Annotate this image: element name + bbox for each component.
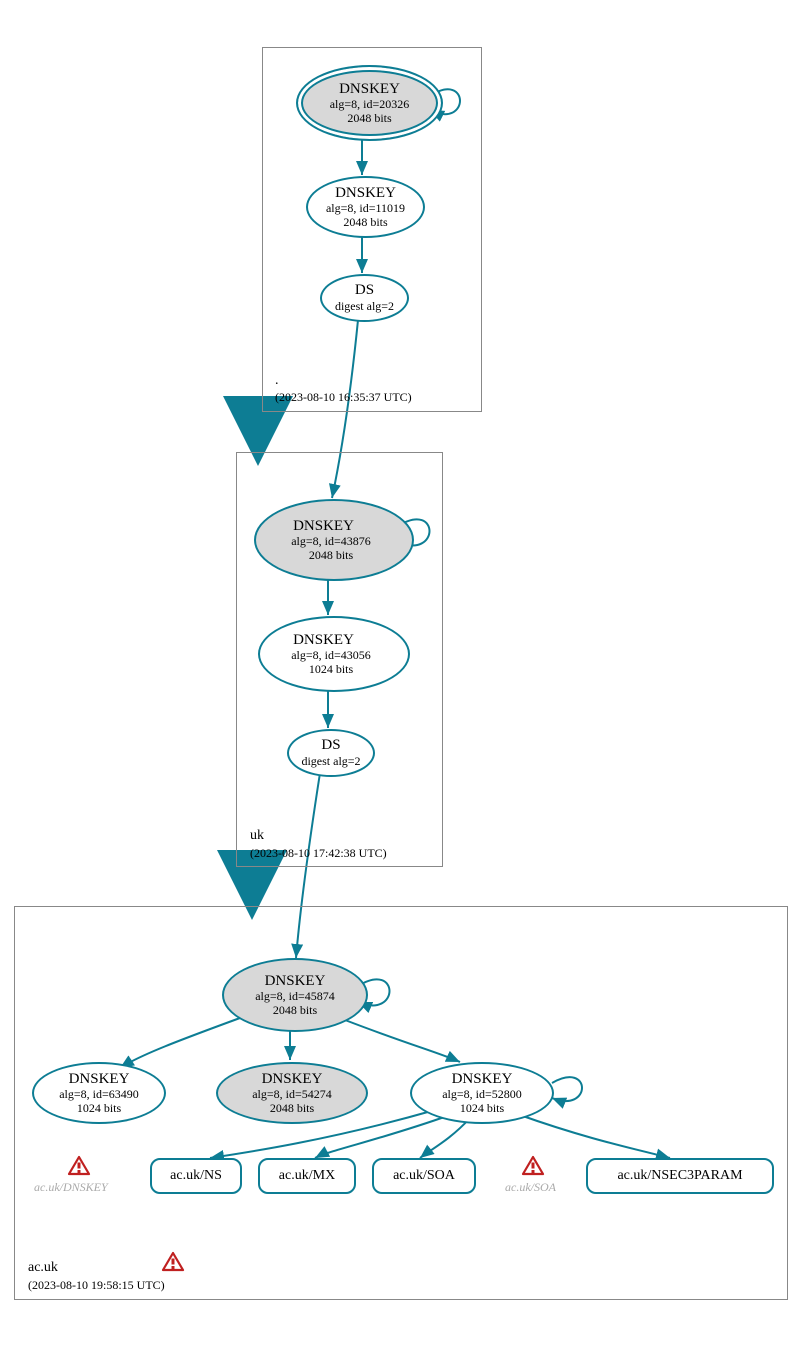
rr-acuk-nsec3param: ac.uk/NSEC3PARAM bbox=[586, 1158, 774, 1194]
node-title: DNSKEY bbox=[265, 973, 326, 990]
uk-timestamp: (2023-08-10 17:42:38 UTC) bbox=[250, 846, 387, 861]
node-title: DNSKEY bbox=[69, 1071, 130, 1088]
node-sub: alg=8, id=43876 bbox=[291, 535, 371, 549]
node-title: DS bbox=[321, 737, 340, 754]
rr-label: ac.uk/NS bbox=[170, 1168, 222, 1184]
node-sub: 1024 bits bbox=[460, 1102, 504, 1116]
node-sub: digest alg=2 bbox=[301, 755, 360, 769]
node-sub: alg=8, id=43056 bbox=[291, 649, 371, 663]
root-ds: DS digest alg=2 bbox=[320, 274, 409, 322]
uk-ds: DS digest alg=2 bbox=[287, 729, 375, 777]
rr-label: ac.uk/MX bbox=[279, 1168, 335, 1184]
node-sub: alg=8, id=63490 bbox=[59, 1088, 139, 1102]
node-sub: 2048 bits bbox=[347, 112, 391, 126]
node-title: DNSKEY bbox=[339, 81, 400, 98]
node-sub: 1024 bits bbox=[77, 1102, 121, 1116]
root-timestamp: (2023-08-10 16:35:37 UTC) bbox=[275, 390, 412, 405]
node-sub: alg=8, id=54274 bbox=[252, 1088, 332, 1102]
node-sub: alg=8, id=20326 bbox=[330, 98, 410, 112]
ghost-acuk-soa: ac.uk/SOA bbox=[505, 1180, 556, 1195]
node-sub: 2048 bits bbox=[309, 549, 353, 563]
node-title: DNSKEY bbox=[293, 518, 369, 535]
rr-label: ac.uk/SOA bbox=[393, 1168, 455, 1184]
uk-label: uk bbox=[250, 828, 264, 844]
uk-dnskey-43056: DNSKEY alg=8, id=43056 1024 bits bbox=[258, 616, 410, 692]
rr-acuk-ns: ac.uk/NS bbox=[150, 1158, 242, 1194]
node-sub: 2048 bits bbox=[273, 1004, 317, 1018]
ghost-acuk-dnskey: ac.uk/DNSKEY bbox=[34, 1180, 108, 1195]
acuk-timestamp: (2023-08-10 19:58:15 UTC) bbox=[28, 1278, 165, 1293]
root-dnskey-20326: DNSKEY alg=8, id=20326 2048 bits bbox=[296, 65, 443, 141]
acuk-dnskey-54274: DNSKEY alg=8, id=54274 2048 bits bbox=[216, 1062, 368, 1124]
node-title: DNSKEY bbox=[335, 185, 396, 202]
acuk-dnskey-63490: DNSKEY alg=8, id=63490 1024 bits bbox=[32, 1062, 166, 1124]
node-sub: 1024 bits bbox=[309, 663, 353, 677]
rr-label: ac.uk/NSEC3PARAM bbox=[617, 1168, 742, 1184]
node-title: DNSKEY bbox=[452, 1071, 513, 1088]
node-sub: alg=8, id=52800 bbox=[442, 1088, 522, 1102]
rr-acuk-mx: ac.uk/MX bbox=[258, 1158, 356, 1194]
node-title: DS bbox=[355, 282, 374, 299]
acuk-dnskey-45874: DNSKEY alg=8, id=45874 2048 bits bbox=[222, 958, 368, 1032]
acuk-label: ac.uk bbox=[28, 1260, 58, 1276]
rr-acuk-soa: ac.uk/SOA bbox=[372, 1158, 476, 1194]
node-sub: alg=8, id=11019 bbox=[326, 202, 405, 216]
uk-dnskey-43876: DNSKEY alg=8, id=43876 2048 bits bbox=[254, 499, 414, 581]
root-dnskey-11019: DNSKEY alg=8, id=11019 2048 bits bbox=[306, 176, 425, 238]
node-sub: digest alg=2 bbox=[335, 300, 394, 314]
acuk-dnskey-52800: DNSKEY alg=8, id=52800 1024 bits bbox=[410, 1062, 554, 1124]
node-sub: 2048 bits bbox=[270, 1102, 314, 1116]
node-sub: 2048 bits bbox=[343, 216, 387, 230]
root-dot-label: . bbox=[275, 373, 279, 389]
node-title: DNSKEY bbox=[262, 1071, 323, 1088]
node-sub: alg=8, id=45874 bbox=[255, 990, 335, 1004]
node-title: DNSKEY bbox=[293, 632, 369, 649]
